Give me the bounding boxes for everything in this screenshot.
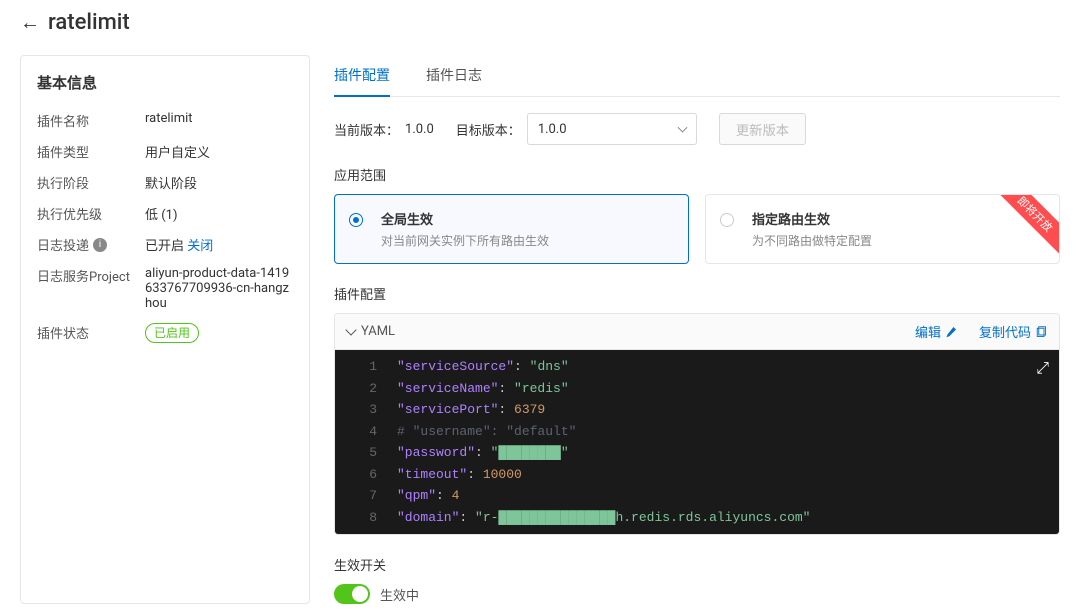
log-delivery-status: 已开启 (145, 239, 184, 254)
target-version-label: 目标版本： (456, 120, 521, 139)
plugin-config-label: 插件配置 (334, 284, 1060, 303)
plugin-type-label: 插件类型 (37, 142, 145, 161)
scope-global-desc: 对当前网关实例下所有路由生效 (381, 232, 549, 249)
scope-global-radio[interactable] (349, 213, 363, 227)
scope-route-card[interactable]: 指定路由生效 为不同路由做特定配置 即将开放 (705, 194, 1060, 264)
code-line: 7"qpm": 4 (335, 485, 1059, 507)
plugin-name-label: 插件名称 (37, 111, 145, 130)
target-version-select[interactable]: 1.0.0 (527, 113, 697, 145)
code-line: 6"timeout": 10000 (335, 464, 1059, 486)
code-format-toggle[interactable]: YAML (347, 324, 395, 339)
log-delivery-label: 日志投递 i (37, 235, 145, 254)
scope-global-title: 全局生效 (381, 209, 549, 228)
coming-soon-ribbon: 即将开放 (993, 194, 1060, 256)
effective-switch[interactable] (334, 584, 370, 604)
code-line: 5"password": "████████" (335, 442, 1059, 464)
code-line: 8"domain": "r-███████████████h.redis.rds… (335, 507, 1059, 529)
code-line: 1"serviceSource": "dns" (335, 356, 1059, 378)
exec-phase-value: 默认阶段 (145, 173, 293, 192)
code-copy-button[interactable]: 复制代码 (979, 322, 1047, 341)
scope-route-radio[interactable] (720, 213, 734, 227)
tab-plugin-config[interactable]: 插件配置 (334, 55, 390, 97)
tab-plugin-logs[interactable]: 插件日志 (426, 55, 482, 96)
basic-info-heading: 基本信息 (37, 72, 293, 93)
status-badge: 已启用 (145, 323, 199, 343)
switch-status-text: 生效中 (380, 585, 419, 604)
current-version-label: 当前版本： (334, 120, 399, 139)
code-line: 3"servicePort": 6379 (335, 399, 1059, 421)
exec-priority-value: 低 (1) (145, 204, 293, 223)
update-version-button[interactable]: 更新版本 (719, 113, 806, 145)
info-row-exec-priority: 执行优先级 低 (1) (37, 198, 293, 229)
code-panel: YAML 编辑 复制代码 ⤢ 1"serv (334, 313, 1060, 535)
log-project-value: aliyun-product-data-1419633767709936-cn-… (145, 266, 293, 311)
copy-icon (1035, 326, 1047, 338)
info-row-log-delivery: 日志投递 i 已开启 关闭 (37, 229, 293, 260)
info-row-log-project: 日志服务Project aliyun-product-data-14196337… (37, 260, 293, 317)
code-line: 2"serviceName": "redis" (335, 378, 1059, 400)
exec-priority-label: 执行优先级 (37, 204, 145, 223)
expand-icon[interactable]: ⤢ (1036, 360, 1049, 378)
info-icon[interactable]: i (93, 238, 107, 252)
tabs: 插件配置 插件日志 (334, 55, 1060, 97)
log-delivery-close-link[interactable]: 关闭 (187, 239, 213, 254)
info-row-exec-phase: 执行阶段 默认阶段 (37, 167, 293, 198)
plugin-status-label: 插件状态 (37, 323, 145, 342)
log-project-label: 日志服务Project (37, 266, 145, 285)
code-edit-button[interactable]: 编辑 (915, 322, 957, 341)
scope-global-card[interactable]: 全局生效 对当前网关实例下所有路由生效 (334, 194, 689, 264)
basic-info-panel: 基本信息 插件名称 ratelimit 插件类型 用户自定义 执行阶段 默认阶段… (20, 55, 310, 604)
scope-route-desc: 为不同路由做特定配置 (752, 232, 872, 249)
scope-label: 应用范围 (334, 165, 1060, 184)
code-line: 4# "username": "default" (335, 421, 1059, 443)
back-arrow-icon[interactable]: ← (20, 10, 40, 35)
plugin-name-value: ratelimit (145, 111, 293, 126)
chevron-down-icon (345, 324, 356, 335)
current-version-value: 1.0.0 (405, 122, 434, 137)
info-row-plugin-type: 插件类型 用户自定义 (37, 136, 293, 167)
plugin-type-value: 用户自定义 (145, 142, 293, 161)
scope-route-title: 指定路由生效 (752, 209, 872, 228)
switch-label: 生效开关 (334, 555, 1060, 574)
exec-phase-label: 执行阶段 (37, 173, 145, 192)
page-title: ratelimit (48, 10, 130, 35)
version-row: 当前版本： 1.0.0 目标版本： 1.0.0 更新版本 (334, 113, 1060, 145)
info-row-plugin-status: 插件状态 已启用 (37, 317, 293, 349)
code-editor[interactable]: ⤢ 1"serviceSource": "dns"2"serviceName":… (335, 350, 1059, 534)
info-row-plugin-name: 插件名称 ratelimit (37, 105, 293, 136)
pencil-icon (945, 326, 957, 338)
